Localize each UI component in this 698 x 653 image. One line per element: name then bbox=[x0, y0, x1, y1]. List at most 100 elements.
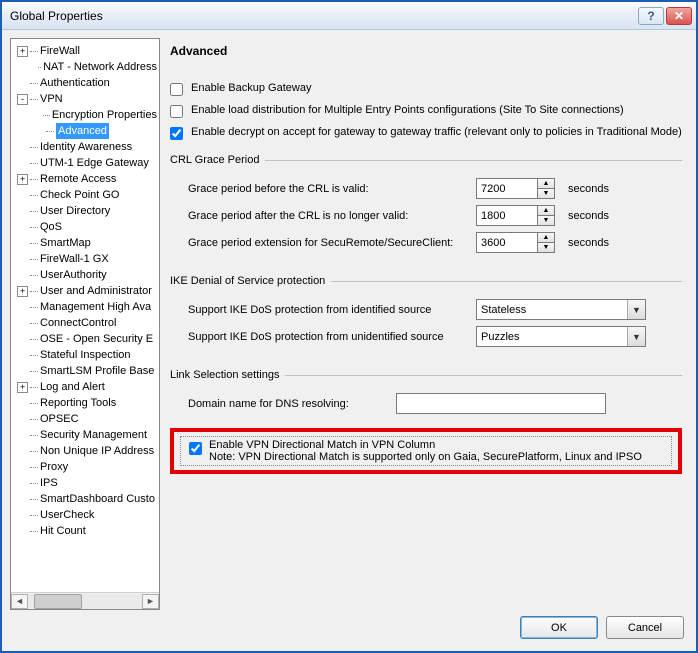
tree-connector bbox=[30, 323, 38, 324]
tree-connector bbox=[30, 275, 38, 276]
tree-item[interactable]: Authentication bbox=[15, 75, 157, 91]
expand-icon[interactable]: + bbox=[17, 286, 28, 297]
tree-item[interactable]: ConnectControl bbox=[15, 315, 157, 331]
tree-item-label: Reporting Tools bbox=[40, 395, 116, 411]
tree-item[interactable]: Proxy bbox=[15, 459, 157, 475]
spin-up-icon[interactable]: ▲ bbox=[538, 178, 555, 188]
nav-tree[interactable]: + FireWallNAT - Network AddressAuthentica… bbox=[11, 39, 159, 592]
crl-grace-group: CRL Grace Period Grace period before the… bbox=[170, 154, 682, 261]
tree-connector bbox=[30, 163, 38, 164]
tree-item-label: FireWall bbox=[40, 43, 80, 59]
enable-backup-gateway-checkbox[interactable] bbox=[170, 83, 183, 96]
tree-item[interactable]: SmartMap bbox=[15, 235, 157, 251]
cancel-button[interactable]: Cancel bbox=[606, 616, 684, 639]
crl-after-spin[interactable]: ▲▼ bbox=[476, 205, 556, 226]
ike-identified-combo[interactable]: Stateless ▼ bbox=[476, 299, 646, 320]
tree-connector bbox=[30, 147, 38, 148]
crl-after-unit: seconds bbox=[568, 210, 609, 222]
crl-ext-spin[interactable]: ▲▼ bbox=[476, 232, 556, 253]
collapse-icon[interactable]: - bbox=[17, 94, 28, 105]
tree-item[interactable]: QoS bbox=[15, 219, 157, 235]
scroll-track[interactable] bbox=[28, 594, 142, 609]
tree-hscrollbar[interactable]: ◄ ► bbox=[11, 592, 159, 609]
tree-item[interactable]: OSE - Open Security E bbox=[15, 331, 157, 347]
close-button[interactable]: ✕ bbox=[666, 7, 692, 25]
link-selection-legend: Link Selection settings bbox=[170, 369, 285, 381]
ike-unidentified-combo[interactable]: Puzzles ▼ bbox=[476, 326, 646, 347]
crl-ext-input[interactable] bbox=[476, 232, 538, 253]
ike-unidentified-label: Support IKE DoS protection from unidenti… bbox=[188, 331, 468, 343]
dialog-footer: OK Cancel bbox=[520, 616, 684, 639]
enable-decrypt-on-accept-label: Enable decrypt on accept for gateway to … bbox=[191, 126, 682, 138]
spin-down-icon[interactable]: ▼ bbox=[538, 188, 555, 199]
tree-item[interactable]: SmartLSM Profile Base bbox=[15, 363, 157, 379]
spin-down-icon[interactable]: ▼ bbox=[538, 242, 555, 253]
tree-connector bbox=[46, 131, 54, 132]
tree-item[interactable]: Security Management bbox=[15, 427, 157, 443]
dns-domain-input[interactable] bbox=[396, 393, 606, 414]
scroll-right-icon[interactable]: ► bbox=[142, 594, 159, 609]
help-button[interactable]: ? bbox=[638, 7, 664, 25]
tree-item[interactable]: +User and Administrator bbox=[15, 283, 157, 299]
tree-connector bbox=[30, 483, 38, 484]
tree-connector bbox=[30, 515, 38, 516]
tree-item[interactable]: - VPN bbox=[15, 91, 157, 107]
tree-connector bbox=[30, 435, 38, 436]
tree-item[interactable]: +Remote Access bbox=[15, 171, 157, 187]
tree-item[interactable]: Reporting Tools bbox=[15, 395, 157, 411]
tree-item[interactable]: +Log and Alert bbox=[15, 379, 157, 395]
scroll-thumb[interactable] bbox=[34, 594, 82, 609]
tree-connector bbox=[30, 83, 38, 84]
tree-item-label: SmartMap bbox=[40, 235, 91, 251]
tree-item[interactable]: UTM-1 Edge Gateway bbox=[15, 155, 157, 171]
scroll-left-icon[interactable]: ◄ bbox=[11, 594, 28, 609]
tree-item[interactable]: IPS bbox=[15, 475, 157, 491]
tree-item-label: SmartLSM Profile Base bbox=[40, 363, 154, 379]
tree-item-label: Encryption Properties bbox=[52, 107, 157, 123]
tree-connector bbox=[30, 419, 38, 420]
tree-item[interactable]: NAT - Network Address bbox=[15, 59, 157, 75]
tree-item[interactable]: Identity Awareness bbox=[15, 139, 157, 155]
tree-item[interactable]: SmartDashboard Custo bbox=[15, 491, 157, 507]
enable-decrypt-on-accept-checkbox[interactable] bbox=[170, 127, 183, 140]
crl-before-label: Grace period before the CRL is valid: bbox=[188, 183, 468, 195]
expand-icon[interactable]: + bbox=[17, 382, 28, 393]
tree-connector bbox=[30, 467, 38, 468]
expand-icon[interactable]: + bbox=[17, 46, 28, 57]
chevron-down-icon[interactable]: ▼ bbox=[627, 327, 645, 346]
tree-item[interactable]: UserAuthority bbox=[15, 267, 157, 283]
tree-item-label: IPS bbox=[40, 475, 58, 491]
tree-connector bbox=[30, 339, 38, 340]
tree-item-label: Non Unique IP Address bbox=[40, 443, 154, 459]
tree-item[interactable]: User Directory bbox=[15, 203, 157, 219]
tree-item[interactable]: FireWall-1 GX bbox=[15, 251, 157, 267]
tree-item[interactable]: OPSEC bbox=[15, 411, 157, 427]
tree-item[interactable]: Hit Count bbox=[15, 523, 157, 539]
tree-item-label: SmartDashboard Custo bbox=[40, 491, 155, 507]
tree-item-label: VPN bbox=[40, 91, 63, 107]
tree-item[interactable]: Management High Ava bbox=[15, 299, 157, 315]
tree-item[interactable]: Encryption Properties bbox=[15, 107, 157, 123]
tree-item[interactable]: UserCheck bbox=[15, 507, 157, 523]
tree-item[interactable]: Check Point GO bbox=[15, 187, 157, 203]
spin-up-icon[interactable]: ▲ bbox=[538, 232, 555, 242]
ok-button[interactable]: OK bbox=[520, 616, 598, 639]
tree-item[interactable]: Stateful Inspection bbox=[15, 347, 157, 363]
chevron-down-icon[interactable]: ▼ bbox=[627, 300, 645, 319]
enable-directional-match-checkbox[interactable] bbox=[189, 442, 202, 455]
spin-down-icon[interactable]: ▼ bbox=[538, 215, 555, 226]
crl-before-input[interactable] bbox=[476, 178, 538, 199]
tree-item[interactable]: Non Unique IP Address bbox=[15, 443, 157, 459]
tree-connector bbox=[43, 115, 49, 116]
crl-after-input[interactable] bbox=[476, 205, 538, 226]
expand-icon[interactable]: + bbox=[17, 174, 28, 185]
tree-item[interactable]: + FireWall bbox=[15, 43, 157, 59]
crl-before-spin[interactable]: ▲▼ bbox=[476, 178, 556, 199]
spin-up-icon[interactable]: ▲ bbox=[538, 205, 555, 215]
tree-item[interactable]: Advanced bbox=[15, 123, 157, 139]
ike-identified-value: Stateless bbox=[481, 304, 526, 316]
enable-load-distribution-checkbox[interactable] bbox=[170, 105, 183, 118]
tree-item-label: Hit Count bbox=[40, 523, 86, 539]
tree-item-label: Proxy bbox=[40, 459, 68, 475]
tree-item-label: OSE - Open Security E bbox=[40, 331, 153, 347]
